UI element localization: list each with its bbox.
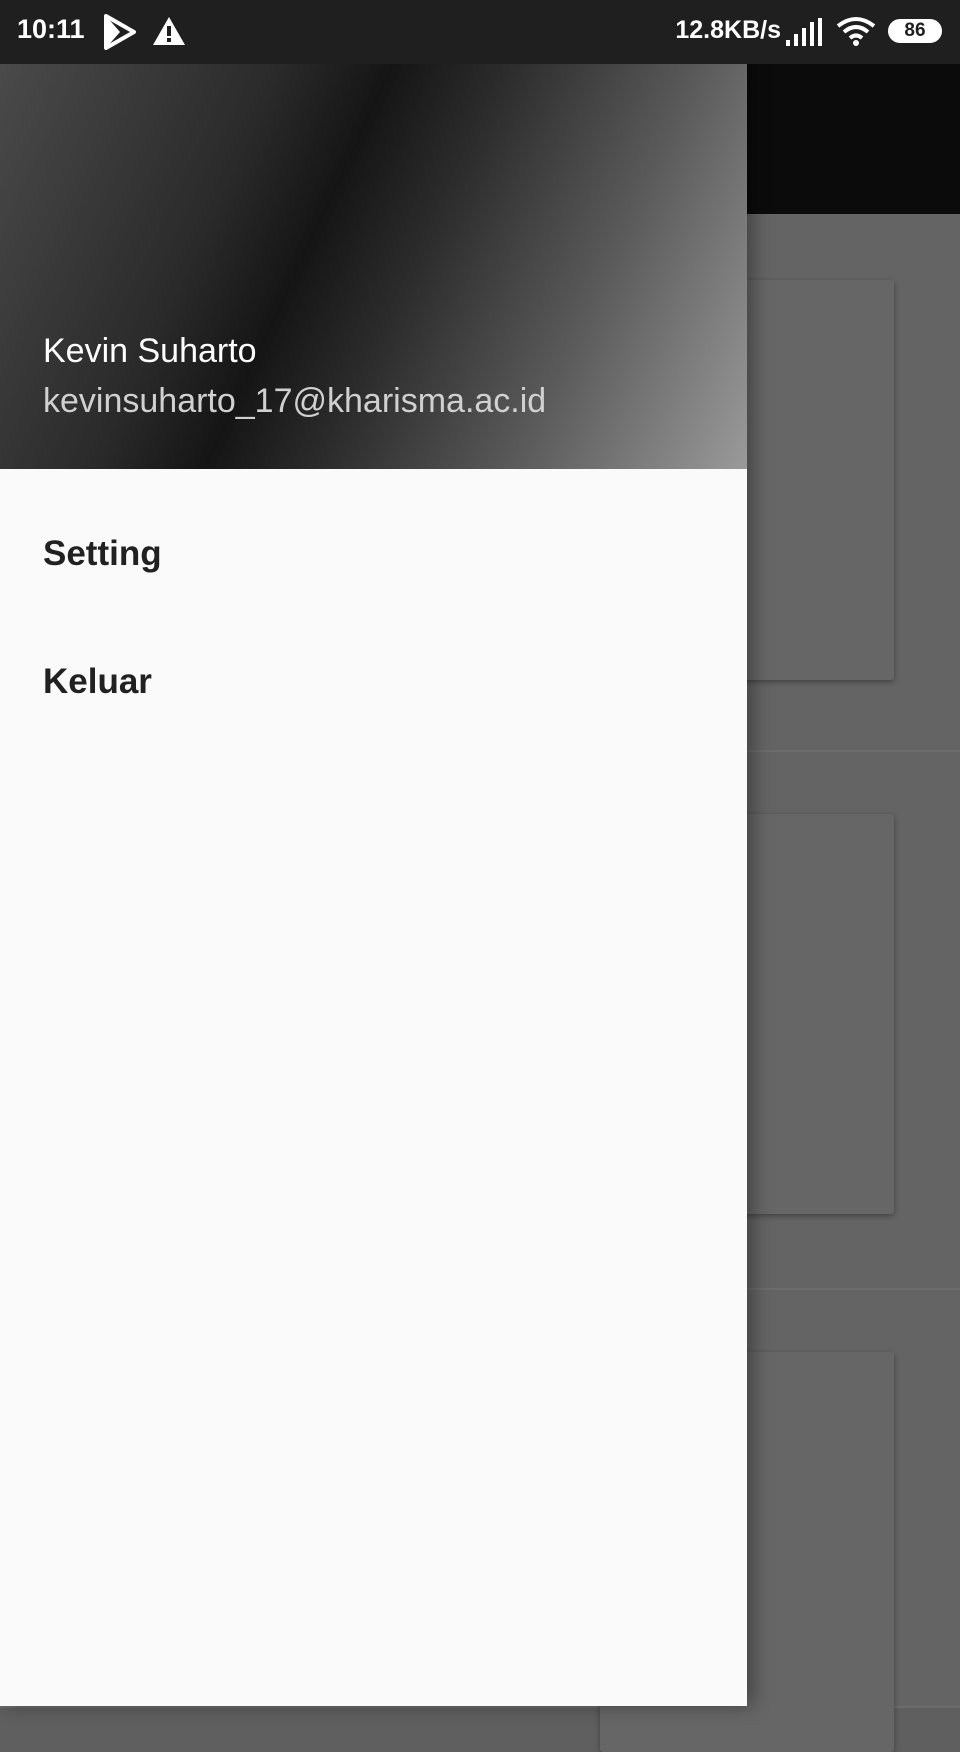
menu-item-label: Keluar — [43, 662, 152, 701]
navigation-drawer: Kevin Suharto kevinsuharto_17@kharisma.a… — [0, 0, 747, 1706]
alert-icon — [153, 17, 185, 45]
signal-icon — [786, 18, 822, 46]
drawer-header: Kevin Suharto kevinsuharto_17@kharisma.a… — [0, 64, 747, 469]
play-icon — [104, 14, 136, 50]
menu-item-label: Setting — [43, 534, 162, 573]
menu-item-setting[interactable]: Setting — [0, 496, 747, 616]
battery-icon: 86 — [888, 19, 942, 43]
wifi-icon — [836, 17, 876, 46]
user-email: kevinsuharto_17@kharisma.ac.id — [43, 382, 547, 420]
user-name: Kevin Suharto — [43, 332, 257, 370]
status-bar: 10:11 12.8KB/s 86 — [0, 0, 960, 64]
network-speed: 12.8KB/s — [675, 16, 781, 44]
menu-item-keluar[interactable]: Keluar — [0, 624, 747, 744]
status-time: 10:11 — [17, 14, 85, 44]
